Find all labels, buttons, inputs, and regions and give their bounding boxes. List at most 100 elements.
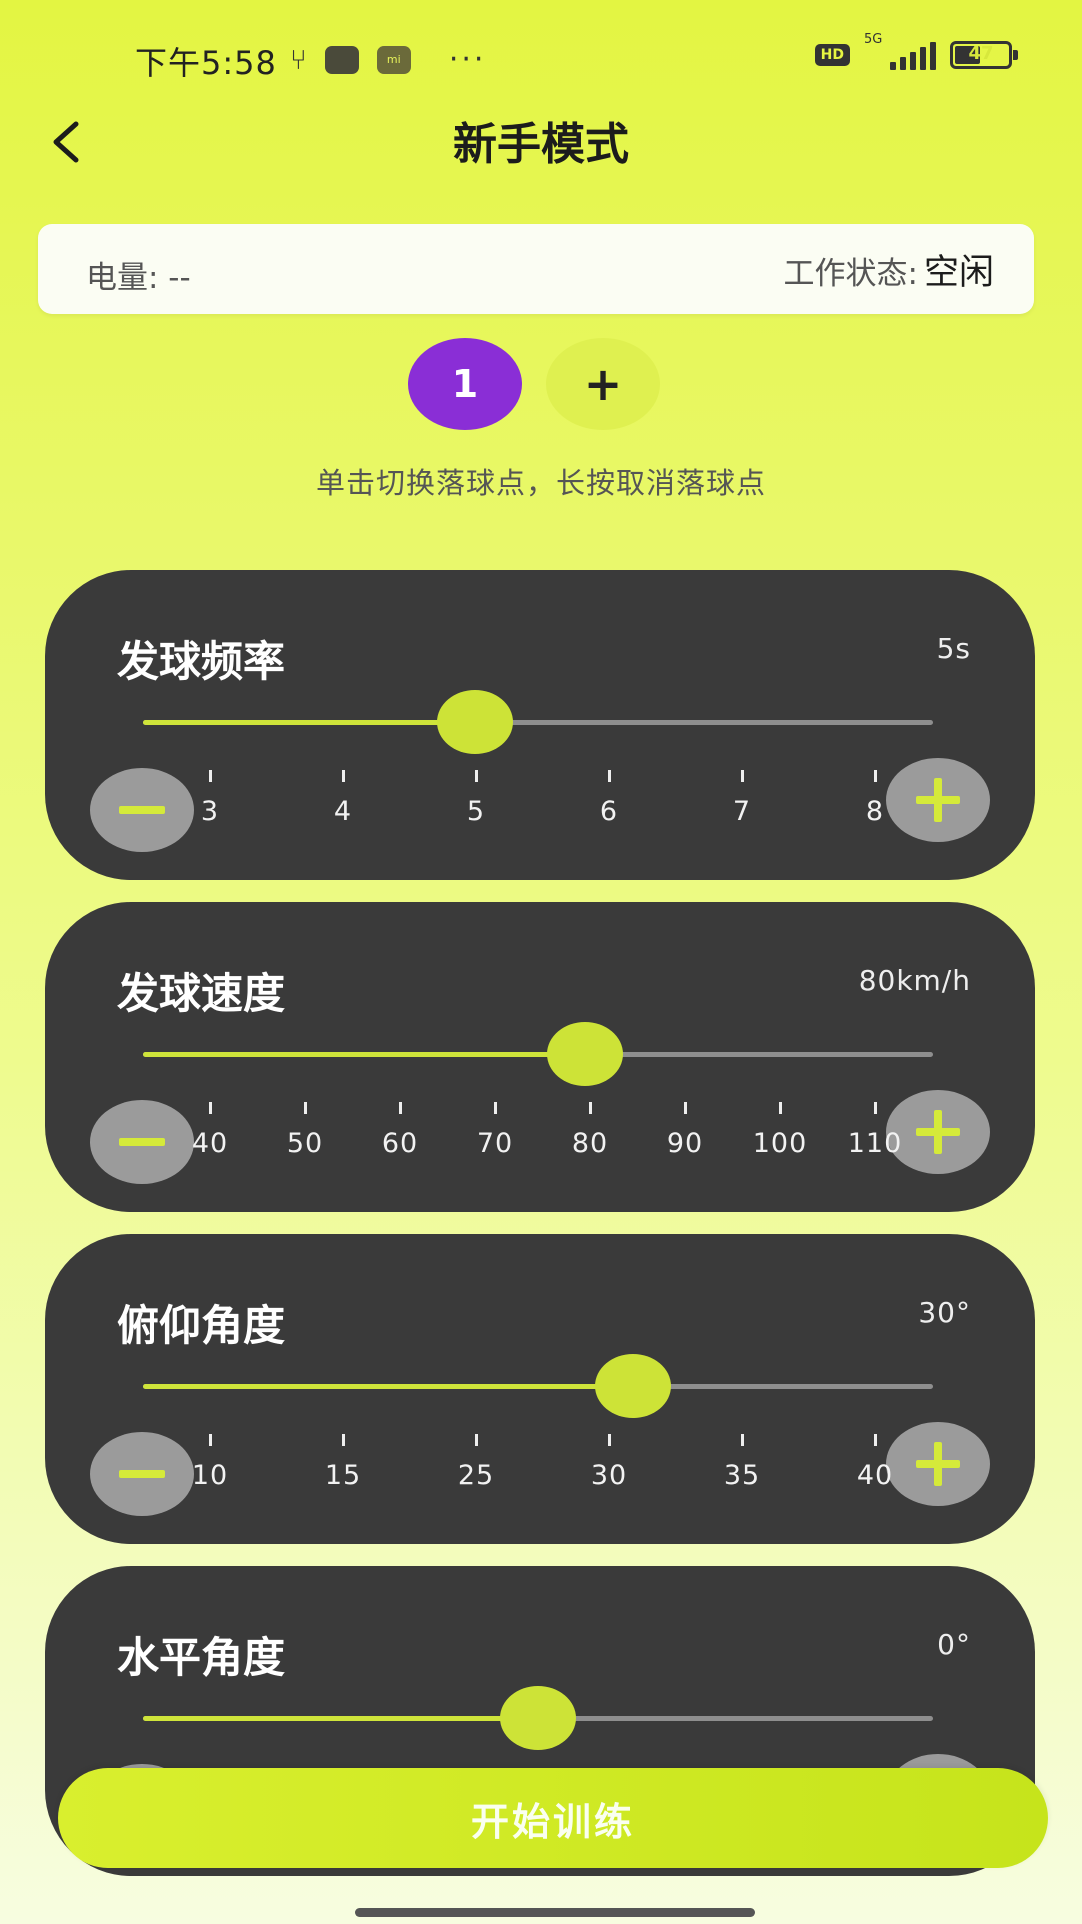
pitch-angle-value: 30°: [918, 1296, 971, 1329]
tick-label: 35: [723, 1460, 761, 1491]
work-status: 工作状态: 空闲: [784, 244, 994, 295]
serve-speed-tick: 100: [740, 1102, 820, 1159]
tick-label: 8: [865, 796, 885, 827]
serve-speed-tick: 40: [170, 1102, 250, 1159]
horizontal-angle-slider[interactable]: [143, 1686, 933, 1750]
horizontal-angle-title: 水平角度: [117, 1633, 286, 1682]
tick-mark: [873, 770, 877, 782]
tick-label: 6: [599, 796, 619, 827]
tick-mark: [873, 1102, 877, 1114]
serve-frequency-card: 发球频率 5s 3 4 5 6 7 8: [45, 570, 1035, 880]
pitch-angle-card: 俯仰角度 30° 10 15 25 30 35 40: [45, 1234, 1035, 1544]
serve-speed-slider[interactable]: [143, 1022, 933, 1086]
serve-speed-tick: 90: [645, 1102, 725, 1159]
status-notification-icons: ⑂ mi ···: [290, 42, 486, 77]
serve-frequency-tick: 7: [702, 770, 782, 827]
tick-mark: [474, 1434, 478, 1446]
tick-mark: [607, 770, 611, 782]
tick-label: 25: [457, 1460, 495, 1491]
pitch-angle-tick: 25: [436, 1434, 516, 1491]
work-status-value: 空闲: [923, 253, 994, 293]
serve-speed-slider-thumb[interactable]: [547, 1022, 624, 1086]
tick-label: 80: [571, 1128, 609, 1159]
tick-label: 4: [333, 796, 353, 827]
pitch-angle-slider-thumb[interactable]: [594, 1354, 671, 1418]
plus-icon: [916, 1442, 960, 1486]
landing-point-hint: 单击切换落球点，长按取消落球点: [315, 466, 766, 500]
tick-label: 100: [752, 1128, 808, 1159]
usb-icon: ⑂: [290, 43, 307, 76]
horizontal-angle-value: 0°: [937, 1628, 971, 1661]
serve-frequency-title: 发球频率: [117, 637, 286, 686]
serve-frequency-value: 5s: [936, 632, 971, 665]
minus-icon: [119, 1138, 165, 1146]
battery-icon: 47: [950, 41, 1018, 69]
hd-voice-icon: HD: [814, 44, 850, 66]
serve-speed-tick: 110: [835, 1102, 915, 1159]
page-title: 新手模式: [453, 119, 629, 170]
pitch-angle-tick: 35: [702, 1434, 782, 1491]
tick-label: 70: [476, 1128, 514, 1159]
battery-info: 电量: --: [86, 260, 191, 296]
minus-icon: [119, 1470, 165, 1478]
tick-label: 7: [732, 796, 752, 827]
tick-mark: [740, 1434, 744, 1446]
pitch-angle-title: 俯仰角度: [117, 1301, 286, 1350]
tick-mark: [493, 1102, 497, 1114]
status-system-icons: HD 5G 47: [814, 32, 1018, 70]
tick-label: 50: [286, 1128, 324, 1159]
more-notifications-icon: ···: [448, 42, 487, 77]
tick-mark: [683, 1102, 687, 1114]
pitch-angle-tick: 30: [569, 1434, 649, 1491]
landing-point-tab-1[interactable]: 1: [408, 338, 522, 430]
tick-label: 40: [856, 1460, 894, 1491]
home-indicator[interactable]: [355, 1908, 755, 1917]
add-landing-point-button[interactable]: +: [546, 338, 660, 430]
serve-speed-slider-fill: [143, 1052, 586, 1057]
work-status-label: 工作状态:: [783, 256, 918, 292]
serve-frequency-tick: 4: [303, 770, 383, 827]
serve-speed-value: 80km/h: [858, 964, 971, 997]
start-training-button[interactable]: 开始训练: [58, 1768, 1048, 1868]
pitch-angle-slider-fill: [143, 1384, 633, 1389]
tick-mark: [341, 1434, 345, 1446]
tick-mark: [341, 770, 345, 782]
serve-speed-tick: 60: [360, 1102, 440, 1159]
tick-mark: [588, 1102, 592, 1114]
pitch-angle-tick: 10: [170, 1434, 250, 1491]
network-type-label: 5G: [864, 32, 883, 47]
tick-mark: [873, 1434, 877, 1446]
pitch-angle-tick: 40: [835, 1434, 915, 1491]
tick-mark: [740, 770, 744, 782]
battery-level: 47: [968, 43, 994, 64]
tick-mark: [474, 770, 478, 782]
serve-frequency-slider-fill: [143, 720, 475, 725]
tick-label: 15: [324, 1460, 362, 1491]
start-training-label: 开始训练: [470, 1799, 635, 1844]
serve-frequency-slider[interactable]: [143, 690, 933, 754]
serve-speed-card: 发球速度 80km/h 40 50 60 70 80 90 100 110: [45, 902, 1035, 1212]
tick-mark: [208, 1434, 212, 1446]
mi-app-icon: mi: [376, 45, 411, 74]
serve-speed-tick: 80: [550, 1102, 630, 1159]
tick-mark: [208, 1102, 212, 1114]
serve-frequency-tick: 6: [569, 770, 649, 827]
plus-icon: [916, 778, 960, 822]
pitch-angle-slider[interactable]: [143, 1354, 933, 1418]
status-time: 下午5:58: [135, 44, 277, 82]
tick-label: 110: [847, 1128, 903, 1159]
tick-label: 5: [466, 796, 486, 827]
serve-speed-tick: 50: [265, 1102, 345, 1159]
serve-frequency-tick: 8: [835, 770, 915, 827]
serve-frequency-tick: 3: [170, 770, 250, 827]
device-info-bar: 电量: -- 工作状态: 空闲: [38, 224, 1034, 314]
serve-speed-tick: 70: [455, 1102, 535, 1159]
tick-mark: [208, 770, 212, 782]
horizontal-angle-slider-thumb[interactable]: [500, 1686, 576, 1750]
serve-frequency-tick: 5: [436, 770, 516, 827]
tick-label: 90: [666, 1128, 704, 1159]
serve-frequency-slider-thumb[interactable]: [436, 690, 513, 754]
horizontal-angle-slider-fill: [143, 1716, 538, 1721]
app-notification-icon: [324, 45, 359, 74]
tick-mark: [398, 1102, 402, 1114]
